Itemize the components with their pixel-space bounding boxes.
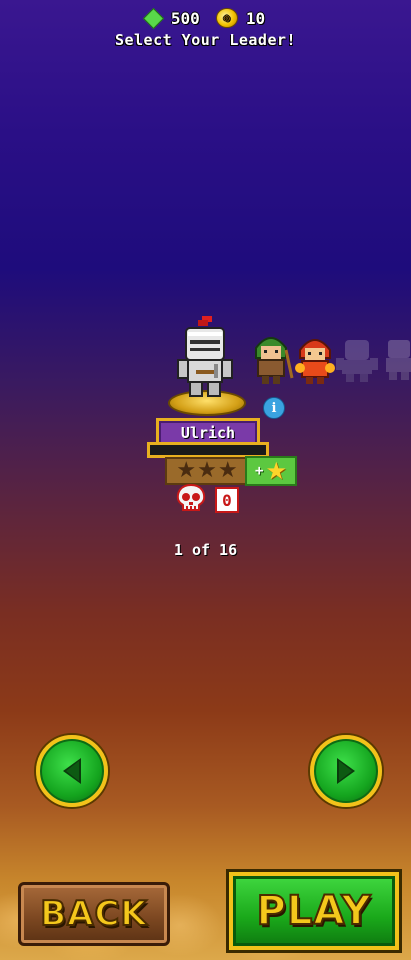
back-button[interactable]: BACK — [18, 882, 170, 946]
locked-hero-sprite-2[interactable] — [384, 338, 411, 382]
previous-leader-button[interactable] — [36, 735, 108, 807]
leader-name: Ulrich — [180, 424, 236, 442]
empty-star-icon: ★ — [217, 458, 238, 483]
play-button[interactable]: PLAY — [229, 872, 399, 950]
coin-count: 10 — [245, 8, 266, 28]
arrow-left-icon — [63, 758, 81, 784]
page-title: Select Your Leader! — [114, 31, 297, 49]
star-icon: ★ — [265, 457, 287, 485]
coin-icon: ◎ — [215, 8, 238, 28]
next-leader-button[interactable] — [310, 735, 382, 807]
info-icon[interactable]: i — [263, 397, 285, 419]
ranger-hero-sprite[interactable] — [248, 328, 294, 386]
skull-icon — [176, 483, 206, 511]
back-button-label: BACK — [39, 893, 148, 935]
currency-bar: 500 ◎ 10 — [0, 7, 411, 29]
pagination-counter: 1 of 16 — [173, 541, 238, 559]
knight-leader-sprite[interactable] — [174, 314, 236, 402]
add-star-button[interactable]: + ★ — [245, 456, 297, 486]
gem-count: 500 — [170, 8, 200, 28]
star-rating: ★ ★ ★ — [165, 457, 249, 485]
empty-star-icon: ★ — [176, 458, 197, 483]
plus-icon: + — [255, 463, 264, 479]
arrow-right-icon — [337, 758, 355, 784]
fire-hero-sprite[interactable] — [294, 330, 336, 386]
kill-count: 0 — [215, 487, 239, 513]
empty-star-icon: ★ — [197, 458, 217, 483]
locked-hero-sprite-1[interactable] — [336, 336, 378, 384]
gem-icon — [142, 7, 165, 29]
play-button-label: PLAY — [256, 887, 372, 935]
